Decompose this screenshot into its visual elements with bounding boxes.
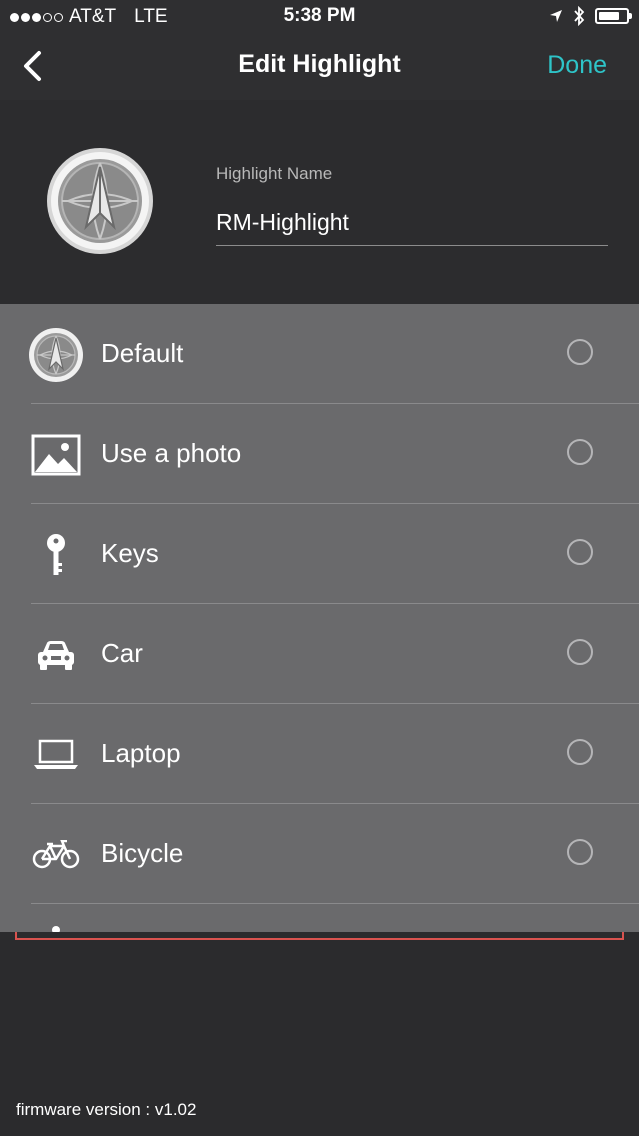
location-arrow-icon xyxy=(550,10,562,22)
icon-options-list: Default Use a photo Keys Car Laptop Bicy… xyxy=(0,304,639,932)
photo-icon xyxy=(27,426,85,484)
compass-icon xyxy=(47,148,153,254)
option-bicycle[interactable]: Bicycle xyxy=(0,804,639,904)
highlight-name-label: Highlight Name xyxy=(216,164,333,183)
option-label: Use a photo xyxy=(101,438,242,468)
option-use-a-photo[interactable]: Use a photo xyxy=(0,404,639,504)
status-right-icons xyxy=(549,6,632,26)
highlight-avatar[interactable] xyxy=(46,147,154,255)
option-radio[interactable] xyxy=(567,439,593,465)
option-radio[interactable] xyxy=(567,639,593,665)
highlight-name-input[interactable] xyxy=(216,200,608,246)
option-default[interactable]: Default xyxy=(0,304,639,404)
option-radio[interactable] xyxy=(567,739,593,765)
navigation-bar: Edit Highlight Done xyxy=(0,34,639,100)
status-bar: AT&T LTE 5:38 PM xyxy=(0,0,639,34)
list-item-partial xyxy=(0,904,639,932)
page-title: Edit Highlight xyxy=(238,50,401,78)
option-label: Default xyxy=(101,338,184,368)
laptop-icon xyxy=(27,726,85,784)
option-label: Car xyxy=(101,638,143,668)
option-radio[interactable] xyxy=(567,839,593,865)
bicycle-icon xyxy=(27,826,85,884)
key-icon xyxy=(27,526,85,584)
option-label: Laptop xyxy=(101,738,181,768)
compass-icon xyxy=(27,326,85,384)
option-label: Keys xyxy=(101,538,159,568)
option-keys[interactable]: Keys xyxy=(0,504,639,604)
battery-icon xyxy=(595,8,632,24)
status-time: 5:38 PM xyxy=(283,5,356,26)
edit-highlight-screen: AT&T LTE 5:38 PM Edit Highlight Done Hig… xyxy=(0,0,639,1136)
firmware-version-label: firmware version : v1.02 xyxy=(16,1100,197,1119)
done-button[interactable]: Done xyxy=(547,51,607,80)
car-icon xyxy=(27,626,85,684)
highlight-header: Highlight Name xyxy=(0,100,639,304)
option-car[interactable]: Car xyxy=(0,604,639,704)
option-radio[interactable] xyxy=(567,539,593,565)
option-laptop[interactable]: Laptop xyxy=(0,704,639,804)
bluetooth-icon xyxy=(574,6,585,26)
option-radio[interactable] xyxy=(567,339,593,365)
option-label: Bicycle xyxy=(101,838,184,868)
